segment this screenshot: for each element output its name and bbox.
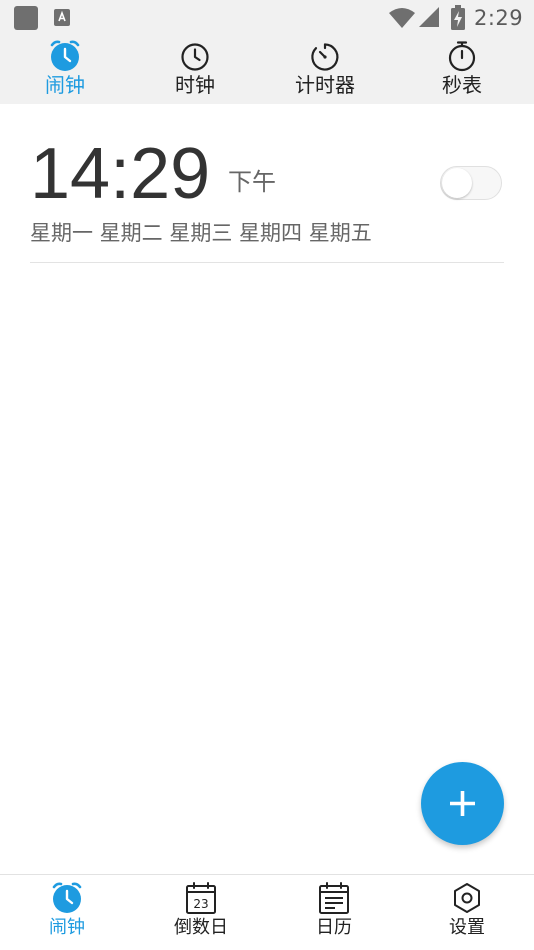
- settings-hexagon-icon: [454, 883, 480, 913]
- cell-signal-icon: [419, 7, 439, 27]
- divider: [30, 262, 504, 263]
- status-time: 2:29: [474, 6, 524, 30]
- tab-timer-label: 计时器: [295, 73, 355, 97]
- alarm-list-item[interactable]: 14:29 下午 星期一 星期二 星期三 星期四 星期五: [0, 104, 534, 264]
- alarm-screen: 2:29 闹钟 时钟 计时器 秒表 14:29 下午 星期一 星期二 星期三 星…: [0, 0, 534, 950]
- gallery-square-icon: [14, 6, 38, 30]
- clock-icon: [181, 43, 209, 71]
- nav-calendar[interactable]: 日历: [268, 875, 400, 950]
- stopwatch-icon: [448, 41, 476, 72]
- tab-stopwatch[interactable]: 秒表: [390, 36, 534, 104]
- plus-icon: [450, 791, 475, 816]
- tab-clock[interactable]: 时钟: [130, 36, 260, 104]
- toggle-knob: [442, 168, 472, 198]
- nav-countdown-label: 倒数日: [174, 917, 228, 938]
- input-method-a-icon: [54, 9, 70, 26]
- alarm-repeat-days: 星期一 星期二 星期三 星期四 星期五: [30, 221, 372, 245]
- add-alarm-button[interactable]: [421, 762, 504, 845]
- tab-timer[interactable]: 计时器: [260, 36, 390, 104]
- tab-alarm-label: 闹钟: [45, 73, 85, 97]
- nav-alarm[interactable]: 闹钟: [0, 875, 134, 950]
- nav-countdown-days[interactable]: 23 倒数日: [134, 875, 268, 950]
- alarm-enable-toggle[interactable]: [440, 166, 502, 200]
- calendar-countdown-icon: 23: [186, 882, 216, 914]
- alarm-ampm: 下午: [228, 168, 276, 196]
- alarm-time: 14:29: [30, 134, 211, 214]
- top-tab-bar: 闹钟 时钟 计时器 秒表: [0, 36, 534, 104]
- tab-clock-label: 时钟: [175, 73, 215, 97]
- nav-alarm-label: 闹钟: [49, 917, 85, 938]
- nav-settings-label: 设置: [449, 917, 485, 938]
- wifi-icon: [389, 8, 415, 28]
- tab-stopwatch-label: 秒表: [442, 73, 482, 97]
- calendar-day-number: 23: [193, 897, 208, 911]
- timer-icon: [311, 43, 339, 71]
- nav-settings[interactable]: 设置: [400, 875, 534, 950]
- calendar-list-icon: [319, 882, 349, 914]
- bottom-nav: 闹钟 23 倒数日 日历 设置: [0, 874, 534, 950]
- alarm-clock-icon: [52, 882, 82, 913]
- alarm-clock-icon: [50, 40, 80, 71]
- nav-calendar-label: 日历: [316, 917, 352, 938]
- tab-alarm[interactable]: 闹钟: [0, 36, 130, 104]
- status-bar: 2:29: [0, 0, 534, 36]
- battery-charging-icon: [451, 5, 465, 30]
